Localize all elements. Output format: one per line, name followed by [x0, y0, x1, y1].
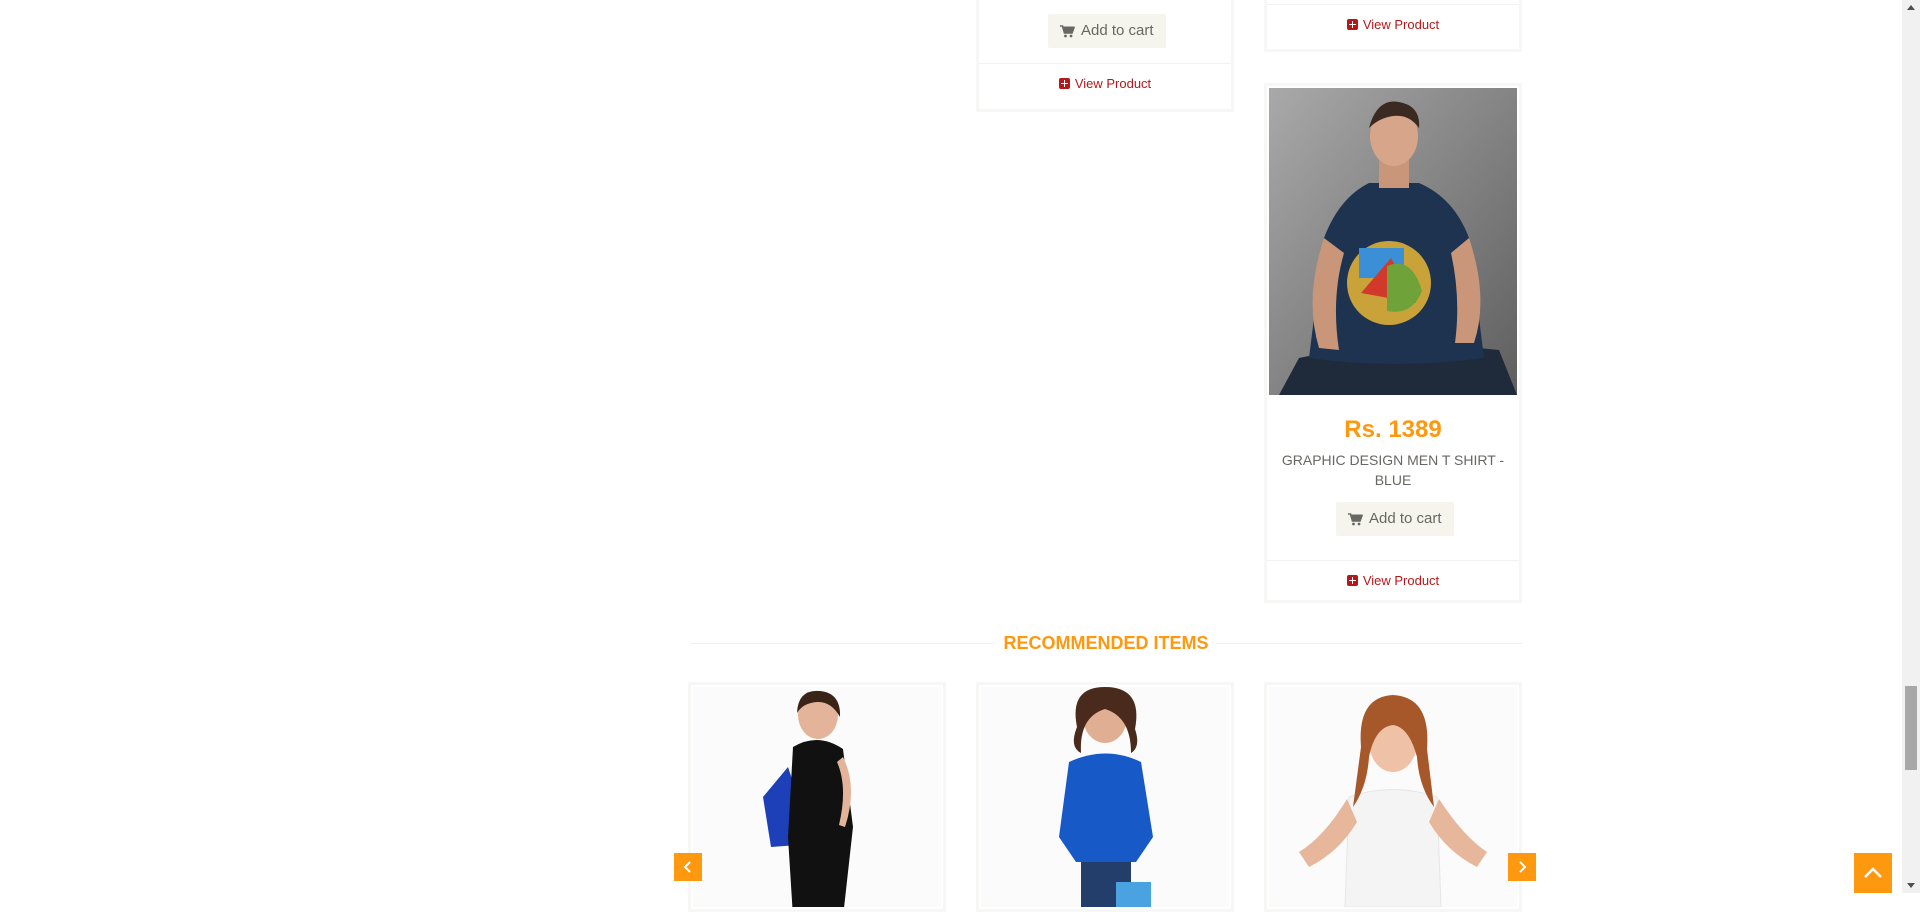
scrollbar-thumb[interactable]: [1905, 686, 1917, 770]
scroll-up-arrow-icon[interactable]: [1907, 5, 1915, 10]
add-to-cart-label: Add to cart: [1081, 22, 1154, 39]
chevron-up-icon: [1863, 867, 1883, 879]
product-card: Rs. 1389 GRAPHIC DESIGN MEN T SHIRT - BL…: [1264, 83, 1522, 603]
cart-icon: [1060, 24, 1075, 38]
product-image: [1269, 88, 1517, 395]
add-to-cart-button[interactable]: Add to cart: [1048, 14, 1166, 48]
recommended-items-header: RECOMMENDED ITEMS: [690, 632, 1522, 654]
scroll-down-arrow-icon[interactable]: [1907, 883, 1915, 888]
page-scrollbar[interactable]: [1902, 0, 1920, 893]
add-to-cart-button[interactable]: Add to cart: [1336, 502, 1454, 536]
add-to-cart-label: Add to cart: [1369, 510, 1442, 527]
chevron-left-icon: [683, 861, 693, 873]
view-product-link[interactable]: View Product: [1267, 560, 1519, 599]
plus-square-icon: [1346, 18, 1358, 30]
product-price: Rs. 1389: [1344, 416, 1442, 443]
product-name: GRAPHIC DESIGN MEN T SHIRT - BLUE: [1281, 452, 1505, 488]
cart-icon: [1348, 512, 1363, 526]
carousel-next-button[interactable]: [1508, 853, 1536, 881]
product-image: [693, 687, 941, 907]
recommended-item-card: [976, 682, 1234, 912]
chevron-right-icon: [1517, 861, 1527, 873]
view-product-link[interactable]: View Product: [979, 63, 1231, 102]
scroll-to-top-button[interactable]: [1854, 853, 1892, 893]
view-product-label: View Product: [1362, 572, 1440, 588]
recommended-item-card: [1264, 682, 1522, 912]
view-product-label: View Product: [1074, 75, 1152, 91]
product-card: Add to cart View Product: [976, 0, 1234, 112]
section-title: RECOMMENDED ITEMS: [995, 632, 1217, 654]
product-image: [1269, 687, 1517, 907]
plus-square-icon: [1058, 77, 1070, 89]
product-image: [981, 687, 1229, 907]
recommended-item-card: [688, 682, 946, 912]
plus-square-icon: [1346, 574, 1358, 586]
product-card: View Product: [1264, 0, 1522, 52]
view-product-link[interactable]: View Product: [1267, 4, 1519, 43]
view-product-label: View Product: [1362, 16, 1440, 32]
carousel-prev-button[interactable]: [674, 853, 702, 881]
